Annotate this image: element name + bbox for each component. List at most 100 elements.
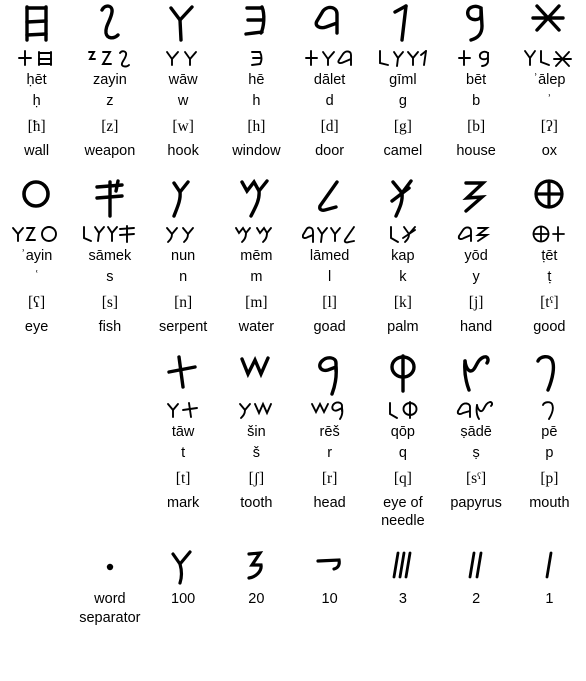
numeral-cell-20: 20 [220, 546, 293, 628]
letter-row-3: tāw t [t] mark šin š [ʃ] tooth rēš r [r]… [0, 352, 586, 530]
variant-forms-sade-icon [454, 398, 498, 422]
letter-name: dālet [313, 72, 346, 88]
letter-name: nun [171, 248, 196, 264]
letter-cell-giml: gīml g [g] camel [366, 0, 439, 160]
variant-forms-nun-icon [163, 222, 203, 246]
letter-ipa: [p] [540, 470, 559, 487]
variant-forms-mem-icon [233, 222, 279, 246]
numeral-20-icon [238, 546, 274, 590]
letter-transliteration: š [252, 445, 260, 461]
letter-ipa: [q] [393, 470, 412, 487]
letter-transliteration: g [398, 93, 407, 109]
glyph-mem-icon [234, 176, 278, 222]
glyph-dalet-icon [308, 0, 352, 46]
glyph-alep-icon [527, 0, 571, 46]
letter-transliteration: r [327, 445, 333, 461]
variant-forms-zayin-icon [86, 46, 134, 70]
letter-meaning: fish [98, 319, 122, 335]
letter-cell-nun: nun n [n] serpent [147, 176, 220, 336]
numeral-cell-100: 100 [147, 546, 220, 628]
letter-meaning: eye of needle [381, 495, 425, 529]
letter-transliteration: ḥ [32, 93, 41, 109]
letter-transliteration: l [328, 269, 332, 285]
letter-name: ʾayin [20, 248, 53, 264]
letter-cell-tet: ṭēt ṭ [tˤ] good [513, 176, 586, 336]
letter-transliteration: ṣ [472, 445, 480, 461]
letter-meaning: papyrus [450, 495, 502, 511]
glyph-yod-icon [454, 176, 498, 222]
letter-ipa: [tˤ] [540, 294, 559, 311]
letter-meaning: water [238, 319, 275, 335]
variant-forms-he-icon [234, 46, 278, 70]
letter-meaning: mouth [529, 495, 570, 511]
letter-ipa: [g] [393, 118, 412, 135]
letter-transliteration: ʾ [546, 93, 552, 109]
glyph-zayin-icon [88, 0, 132, 46]
numeral-1-icon [531, 546, 567, 590]
letter-ipa: [b] [467, 118, 486, 135]
phoenician-alphabet-chart: ḥēt ḥ [ħ] wall zayin z [z] weapon wāw w … [0, 0, 586, 628]
letter-name: šin [247, 424, 266, 440]
letter-meaning: house [456, 143, 496, 159]
letter-transliteration: b [472, 93, 481, 109]
variant-forms-yod-icon [454, 222, 498, 246]
letter-name: zayin [92, 72, 127, 88]
variant-forms-giml-icon [377, 46, 429, 70]
letter-row-1: ḥēt ḥ [ħ] wall zayin z [z] weapon wāw w … [0, 0, 586, 160]
letter-transliteration: n [179, 269, 188, 285]
numeral-label: 3 [398, 591, 407, 607]
letter-cell-alep: ʾālep ʾ [ʔ] ox [513, 0, 586, 160]
glyph-giml-icon [381, 0, 425, 46]
letter-transliteration: p [545, 445, 554, 461]
letter-transliteration: ṭ [547, 269, 552, 285]
letter-cell-waw: wāw w [w] hook [147, 0, 220, 160]
letter-meaning: weapon [84, 143, 136, 159]
letter-cell-taw: tāw t [t] mark [147, 352, 220, 530]
variant-forms-kap-icon [381, 222, 425, 246]
letter-ipa: [ħ] [27, 118, 46, 135]
glyph-sade-icon [454, 352, 498, 398]
letter-meaning: ox [541, 143, 558, 159]
variant-forms-taw-icon [161, 398, 205, 422]
letter-meaning: hand [459, 319, 493, 335]
letter-cell-lamed: lāmed l [l] goad [293, 176, 366, 336]
variant-forms-pe-icon [534, 398, 564, 422]
letter-name: ḥēt [26, 72, 47, 88]
letter-cell-he: hē h [h] window [220, 0, 293, 160]
variant-forms-alep-icon [523, 46, 575, 70]
numeral-2-icon [458, 546, 494, 590]
letter-ipa: [t] [175, 470, 191, 487]
numeral-label: 2 [472, 591, 481, 607]
letter-ipa: [w] [172, 118, 194, 135]
glyph-resh-icon [308, 352, 352, 398]
glyph-ayin-icon [15, 176, 59, 222]
letter-cell-het: ḥēt ḥ [ħ] wall [0, 0, 73, 160]
row-separator [0, 160, 586, 176]
letter-transliteration: w [177, 93, 189, 109]
letter-meaning: camel [383, 143, 423, 159]
letter-meaning: head [313, 495, 346, 511]
letter-name: qōp [390, 424, 415, 440]
variant-forms-samek-icon [82, 222, 138, 246]
numeral-10-icon [312, 546, 348, 590]
letter-ipa: [l] [322, 294, 337, 311]
letter-transliteration: y [472, 269, 480, 285]
numeral-label: 20 [248, 591, 265, 607]
letter-transliteration: h [252, 93, 261, 109]
letter-ipa: [h] [247, 118, 266, 135]
variant-forms-lamed-icon [301, 222, 358, 246]
letter-cell-mem: mēm m [m] water [220, 176, 293, 336]
letter-ipa: [s] [101, 294, 119, 311]
numeral-label: 10 [321, 591, 338, 607]
letter-meaning: palm [387, 319, 419, 335]
glyph-nun-icon [161, 176, 205, 222]
letter-ipa: [r] [321, 470, 338, 487]
numeral-cell-word-separator: word separator [73, 546, 146, 628]
letter-transliteration: k [399, 269, 407, 285]
letter-name: bēt [466, 72, 487, 88]
letter-ipa: [j] [468, 294, 484, 311]
letter-meaning: serpent [158, 319, 208, 335]
word-separator-icon [95, 546, 125, 590]
numeral-cell-3: 3 [366, 546, 439, 628]
numeral-label: word separator [79, 591, 141, 626]
